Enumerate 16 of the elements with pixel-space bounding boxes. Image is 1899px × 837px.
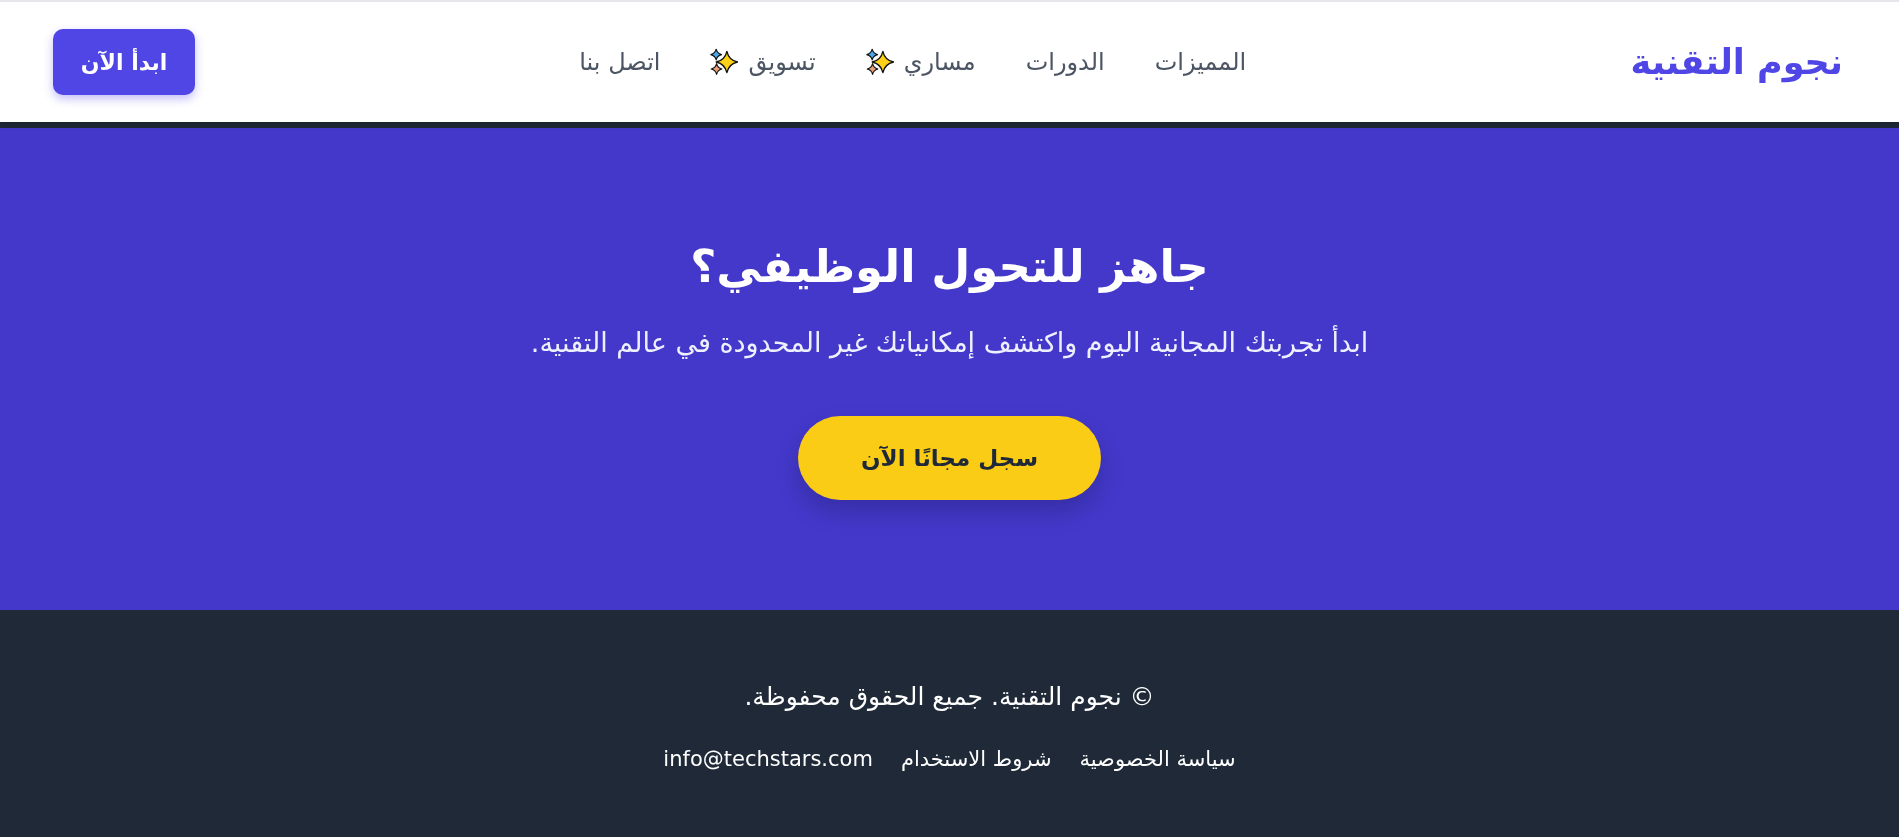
nav-link[interactable]: اتصل بنا (579, 48, 661, 76)
nav-link[interactable]: الدورات (1025, 48, 1105, 76)
hero-title: جاهز للتحول الوظيفي؟ (690, 239, 1209, 295)
footer-link[interactable]: سياسة الخصوصية (1079, 744, 1236, 774)
site-logo[interactable]: نجوم التقنية (1630, 42, 1843, 82)
signup-button[interactable]: سجل مجانًا الآن (798, 416, 1101, 500)
nav-link[interactable]: مساري (865, 48, 976, 76)
sparkle-icon (710, 48, 739, 76)
footer-link[interactable]: info@techstars.com (663, 744, 873, 774)
hero-subtitle: ابدأ تجربتك المجانية اليوم واكتشف إمكانياتك غير المحدودة في عالم التقنية. (530, 324, 1369, 361)
nav-link[interactable]: المميزات (1154, 48, 1247, 76)
sparkle-icon (865, 48, 894, 76)
footer-link[interactable]: شروط الاستخدام (900, 744, 1052, 774)
copyright-text: © نجوم التقنية. جميع الحقوق محفوظة. (744, 681, 1155, 713)
start-button[interactable]: ابدأ الآن (53, 29, 195, 95)
nav-link[interactable]: تسويق (710, 48, 816, 76)
